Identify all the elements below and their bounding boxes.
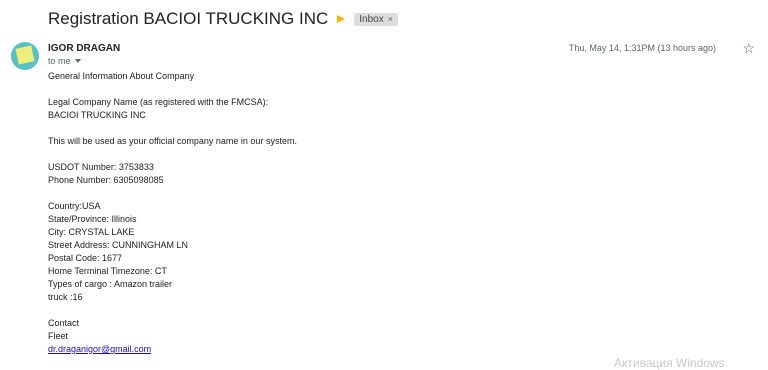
- email-date: Thu, May 14, 1:31PM (13 hours ago): [568, 43, 716, 53]
- avatar-sticky-note-icon: [15, 45, 35, 65]
- body-line: This will be used as your official compa…: [48, 136, 297, 146]
- inbox-label-chip[interactable]: Inbox ×: [354, 12, 398, 26]
- body-line: Phone Number: 6305098085: [48, 175, 164, 185]
- importance-marker-icon[interactable]: [337, 15, 346, 23]
- body-line: General Information About Company: [48, 71, 195, 81]
- body-line: Types of cargo : Amazon trailer: [48, 279, 173, 289]
- body-line: State/Province: Illinois: [48, 214, 137, 224]
- body-line: Home Terminal Timezone: CT: [48, 266, 167, 276]
- body-line: City: CRYSTAL LAKE: [48, 227, 135, 237]
- email-body: General Information About Company Legal …: [48, 70, 297, 356]
- inbox-label-text: Inbox: [359, 13, 384, 25]
- recipient-details-toggle[interactable]: to me: [48, 56, 81, 66]
- remove-label-icon[interactable]: ×: [388, 14, 393, 24]
- body-line: BACIOI TRUCKING INC: [48, 110, 146, 120]
- windows-activation-watermark: Активация Windows: [614, 356, 725, 370]
- body-line: USDOT Number: 3753833: [48, 162, 154, 172]
- body-line: Fleet: [48, 331, 69, 341]
- recipient-text: to me: [48, 56, 71, 66]
- body-line: Street Address: CUNNINGHAM LN: [48, 240, 189, 250]
- sender-name[interactable]: IGOR DRAGAN: [48, 43, 120, 54]
- body-line: Postal Code: 1677: [48, 253, 123, 263]
- sender-avatar[interactable]: [11, 42, 39, 70]
- body-line: Contact: [48, 318, 80, 328]
- subject-row: Registration BACIOI TRUCKING INC Inbox ×: [48, 9, 398, 29]
- chevron-down-icon: [74, 59, 81, 63]
- contact-email-link[interactable]: dr.draganigor@gmail.com: [48, 344, 151, 354]
- email-subject: Registration BACIOI TRUCKING INC: [48, 9, 329, 28]
- body-line: truck :16: [48, 292, 83, 302]
- body-line: Legal Company Name (as registered with t…: [48, 97, 269, 107]
- star-icon[interactable]: ☆: [742, 40, 755, 57]
- body-line: Country:USA: [48, 201, 101, 211]
